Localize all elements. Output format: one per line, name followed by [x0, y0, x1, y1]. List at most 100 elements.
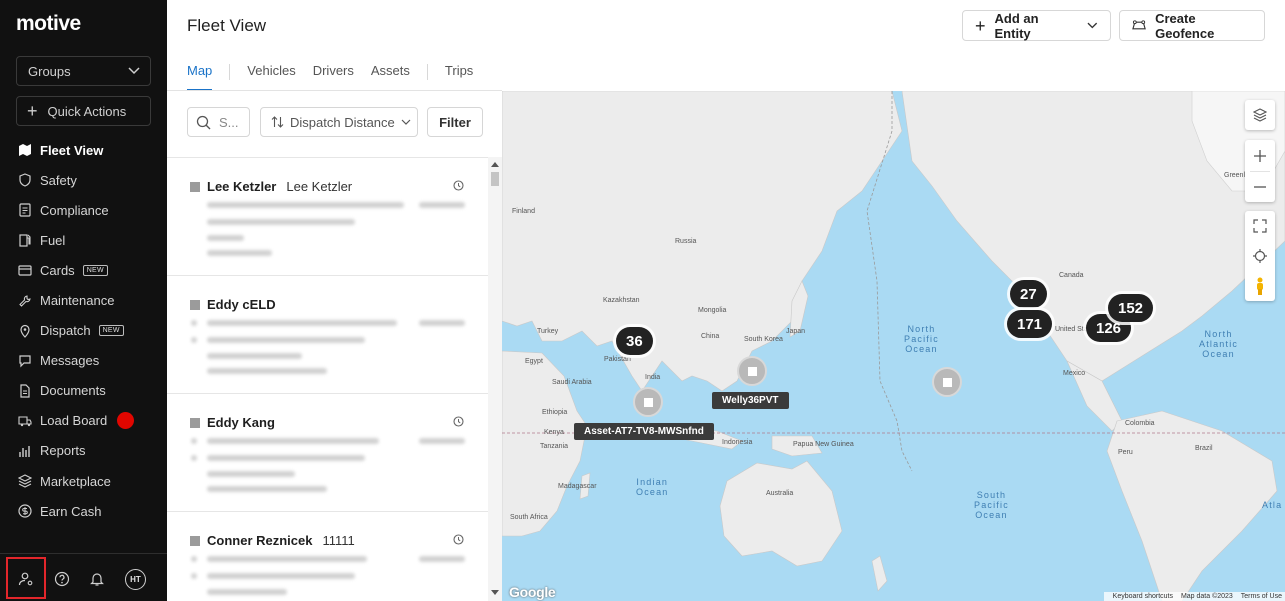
tab-vehicles[interactable]: Vehicles: [247, 63, 295, 91]
sidebar-item-label: Maintenance: [40, 293, 115, 309]
map-place-label: Peru: [1118, 449, 1133, 456]
search-input[interactable]: S...: [187, 107, 250, 137]
sidebar-item-reports[interactable]: Reports: [0, 436, 167, 466]
help-icon[interactable]: [54, 571, 70, 587]
driver-name: Conner Reznicek: [207, 533, 313, 548]
layers-icon: [1253, 108, 1267, 122]
map-place-label: Ethiopia: [542, 409, 568, 416]
tab-assets[interactable]: Assets: [371, 63, 410, 91]
status-square: [190, 181, 200, 192]
zoom-out-icon[interactable]: [1253, 180, 1267, 194]
tab-drivers[interactable]: Drivers: [313, 63, 354, 91]
sidebar-item-label: Compliance: [40, 202, 109, 218]
clock-icon: [453, 416, 464, 427]
quick-actions-button[interactable]: + Quick Actions: [16, 96, 151, 126]
crosshair-icon[interactable]: [1253, 249, 1267, 263]
map-place-label: Tanzania: [540, 443, 569, 450]
redacted-text: [191, 455, 197, 461]
redacted-text: [207, 486, 327, 492]
sidebar-item-label: Cards: [40, 262, 75, 278]
vehicle-cluster-marker[interactable]: 27: [1010, 280, 1047, 308]
map-place-label: Colombia: [1125, 420, 1155, 427]
location-pin-icon: [20, 324, 30, 338]
list-item[interactable]: Conner Reznicek 11111: [167, 512, 488, 601]
search-icon: [196, 115, 211, 129]
asset-marker[interactable]: [932, 367, 962, 397]
create-geofence-button[interactable]: Create Geofence: [1119, 10, 1265, 41]
redacted-text: [207, 320, 397, 326]
map-place-label: China: [701, 333, 720, 340]
asset-label[interactable]: Welly36PVT: [712, 392, 789, 409]
sidebar-item-compliance[interactable]: Compliance: [0, 195, 167, 225]
driver-name: Eddy Kang: [207, 415, 275, 430]
sidebar-item-fleet-view[interactable]: Fleet View: [0, 135, 167, 165]
sidebar-item-label: Fleet View: [40, 142, 104, 158]
map-place-label: Mongolia: [698, 307, 727, 314]
asset-label[interactable]: Asset-AT7-TV8-MWSnfnd: [574, 423, 714, 440]
zoom-controls: [1245, 140, 1275, 202]
groups-dropdown[interactable]: Groups: [16, 56, 151, 86]
plus-icon: +: [975, 15, 986, 36]
layers-icon: [18, 474, 32, 488]
sidebar-item-maintenance[interactable]: Maintenance: [0, 285, 167, 315]
driver-name: Eddy cELD: [207, 297, 276, 312]
tab-map[interactable]: Map: [187, 63, 213, 91]
sidebar-item-cards[interactable]: Cards NEW: [0, 255, 167, 285]
list-item[interactable]: Lee Ketzler Lee Ketzler: [167, 158, 488, 276]
list-item[interactable]: Eddy Kang: [167, 394, 488, 512]
ocean-label-north-atlantic: North Atlantic Ocean: [1199, 329, 1239, 359]
sidebar-item-documents[interactable]: Documents: [0, 376, 167, 406]
create-geofence-label: Create Geofence: [1155, 10, 1215, 41]
header-divider: [167, 90, 502, 91]
redacted-text: [419, 556, 465, 562]
redacted-text: [207, 556, 367, 562]
list-item[interactable]: Eddy cELD: [167, 276, 488, 394]
vehicle-cluster-marker[interactable]: 171: [1007, 310, 1053, 338]
list-scrollbar[interactable]: [488, 157, 502, 601]
redacted-text: [207, 337, 365, 343]
document-list-icon: [19, 203, 31, 217]
asset-marker[interactable]: [737, 356, 767, 386]
vehicle-cluster-marker[interactable]: 36: [616, 327, 653, 355]
tab-trips[interactable]: Trips: [445, 63, 473, 91]
notification-dot: [117, 412, 135, 430]
asset-marker[interactable]: [633, 387, 663, 417]
map-layers-button[interactable]: [1245, 100, 1275, 130]
map-place-label: Japan: [786, 328, 806, 335]
map-place-label: Russia: [675, 238, 697, 245]
scroll-up-arrow-icon[interactable]: [491, 161, 499, 167]
sort-icon: [271, 116, 284, 128]
sidebar-item-messages[interactable]: Messages: [0, 346, 167, 376]
vehicle-name: 11111: [322, 533, 355, 548]
view-tabs: Map Vehicles Drivers Assets Trips: [187, 63, 490, 91]
avatar[interactable]: HT: [125, 569, 146, 590]
fullscreen-icon[interactable]: [1253, 219, 1267, 233]
sidebar-item-earn-cash[interactable]: Earn Cash: [0, 496, 167, 526]
chevron-down-icon: [401, 119, 411, 125]
user-settings-icon[interactable]: [18, 571, 34, 587]
dispatch-distance-sort[interactable]: Dispatch Distance: [260, 107, 418, 137]
map-place-label: Saudi Arabia: [552, 379, 592, 386]
map-data-text: Map data ©2023: [1180, 593, 1233, 600]
scrollbar-thumb[interactable]: [491, 172, 499, 186]
sidebar-item-dispatch[interactable]: Dispatch NEW: [0, 316, 167, 346]
motive-logo[interactable]: motive: [16, 12, 81, 36]
zoom-in-icon[interactable]: [1253, 149, 1267, 163]
sidebar-item-load-board[interactable]: Load Board: [0, 406, 167, 436]
map-place-label: Pakistan: [604, 356, 631, 363]
map-place-label: Canada: [1059, 272, 1084, 279]
google-logo[interactable]: Google: [509, 584, 556, 600]
sidebar-item-safety[interactable]: Safety: [0, 165, 167, 195]
vehicle-cluster-marker[interactable]: 152: [1108, 294, 1154, 322]
fleet-map[interactable]: Greenland Finland Russia Kazakhstan Turk…: [502, 91, 1285, 601]
street-view-pegman-icon[interactable]: [1255, 277, 1265, 295]
add-entity-button[interactable]: + Add an Entity: [962, 10, 1111, 41]
bell-icon[interactable]: [89, 571, 105, 587]
scroll-down-arrow-icon[interactable]: [491, 590, 499, 596]
sidebar-item-marketplace[interactable]: Marketplace: [0, 466, 167, 496]
filter-button[interactable]: Filter: [427, 107, 483, 137]
sidebar-item-label: Safety: [40, 172, 77, 188]
keyboard-shortcuts-link[interactable]: Keyboard shortcuts: [1113, 593, 1173, 600]
sidebar-item-fuel[interactable]: Fuel: [0, 225, 167, 255]
terms-link[interactable]: Terms of Use: [1241, 593, 1282, 600]
